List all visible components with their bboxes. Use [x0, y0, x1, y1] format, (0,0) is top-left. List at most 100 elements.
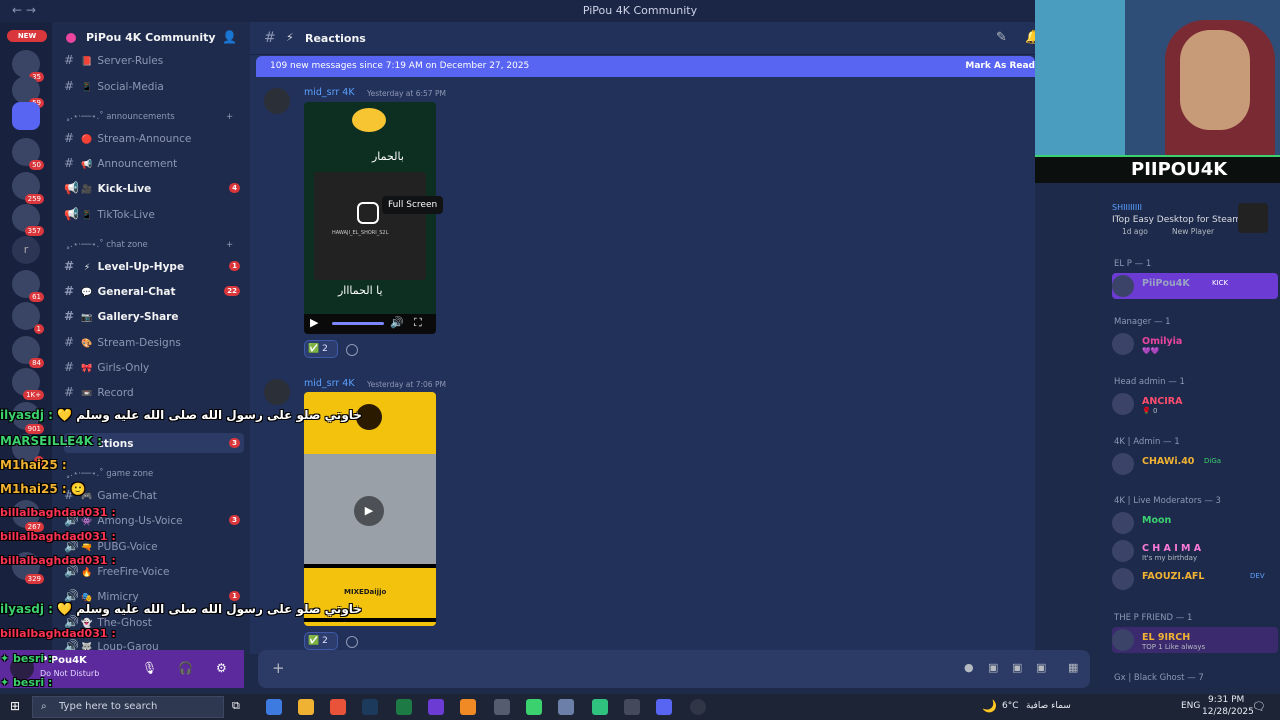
emoji-icon[interactable]: ▣	[1036, 661, 1046, 674]
channel-social-media[interactable]: # 📱 Social-Media	[64, 76, 244, 96]
server-icon[interactable]: 35	[12, 50, 44, 82]
volume-icon[interactable]: 🔊	[390, 316, 404, 329]
folder-icon[interactable]	[298, 699, 314, 715]
taskbar-app-icon[interactable]	[396, 699, 412, 715]
play-icon[interactable]: ▶	[310, 316, 318, 329]
overlay-chat-line: billalbaghdad031 :	[0, 506, 116, 519]
member-item[interactable]: FAOUZI.AFL DEV	[1112, 566, 1278, 592]
server-icon[interactable]: 50	[12, 138, 44, 170]
server-icon[interactable]: 1	[12, 302, 44, 334]
taskbar-app-icon[interactable]	[558, 699, 574, 715]
clock-time[interactable]: 9:31 PM	[1208, 695, 1244, 705]
avatar	[1112, 540, 1134, 562]
gear-icon[interactable]: ⚙	[216, 661, 227, 675]
overlay-chat-line: billalbaghdad031 :	[0, 627, 116, 640]
server-icon[interactable]: 59	[12, 76, 44, 108]
new-badge: NEW	[7, 30, 47, 42]
channel-header: # ⚡ Reactions ✎ 🔔	[250, 22, 1041, 55]
mark-as-read-button[interactable]: Mark As Read	[965, 56, 1035, 77]
search-icon: ⌕	[41, 701, 47, 712]
chat-area: # ⚡ Reactions ✎ 🔔 109 new messages since…	[250, 22, 1090, 688]
headphones-icon[interactable]: 🎧	[178, 661, 193, 675]
folder-icon[interactable]	[12, 102, 40, 130]
member-item[interactable]: C H A I M A It's my birthday	[1112, 538, 1278, 564]
apps-icon[interactable]: ▦	[1068, 661, 1078, 674]
kick-icon[interactable]	[526, 699, 542, 715]
taskbar-app-icon[interactable]	[428, 699, 444, 715]
browser-icon[interactable]	[330, 699, 346, 715]
channel-general-chat[interactable]: # 💬 General-Chat 22	[64, 281, 244, 301]
member-item[interactable]: CHAWi.40 DiGa	[1112, 451, 1278, 477]
category-game-zone[interactable]: ˳.⋆·──⋆.˚ game zone	[66, 469, 153, 479]
obs-icon[interactable]	[690, 699, 706, 715]
discord-icon[interactable]	[656, 699, 672, 715]
channel-level-up-hype[interactable]: # ⚡ Level-Up-Hype 1	[64, 256, 244, 276]
add-reaction-icon[interactable]	[346, 344, 358, 356]
taskbar-app-icon[interactable]	[592, 699, 608, 715]
overlay-chat-line: billalbaghdad031 :	[0, 530, 116, 543]
streamer	[1180, 30, 1250, 130]
add-member-icon[interactable]: 👤	[222, 30, 237, 44]
avatar[interactable]	[264, 88, 290, 114]
server-icon[interactable]: 84	[12, 336, 44, 368]
task-view-icon[interactable]: ⧉	[232, 699, 240, 713]
gif-icon[interactable]: ▣	[988, 661, 998, 674]
member-item[interactable]: Moon	[1112, 510, 1278, 536]
reaction-chip[interactable]: ✅ 2	[304, 340, 338, 358]
avatar	[1112, 629, 1134, 651]
seek-bar[interactable]	[332, 322, 384, 325]
gear-icon[interactable]	[494, 699, 510, 715]
channel-game-chat[interactable]: # 🎮 Game-Chat	[64, 485, 244, 505]
member-item[interactable]: EL 9IRCH TOP 1 Like always	[1112, 627, 1278, 653]
instagram-icon[interactable]	[357, 202, 379, 224]
gift-icon[interactable]: ●	[964, 661, 974, 674]
server-icon[interactable]: 61	[12, 270, 44, 302]
channel-stream-announce[interactable]: # 🔴 Stream-Announce	[64, 128, 244, 148]
guild-icon	[66, 33, 76, 43]
steam-icon[interactable]	[362, 699, 378, 715]
overlay-chat-line: M1hai25 :	[0, 458, 67, 472]
server-icon[interactable]: 1K+	[12, 368, 44, 400]
taskbar-search[interactable]: ⌕ Type here to search	[32, 696, 224, 718]
sticker-icon[interactable]: ▣	[1012, 661, 1022, 674]
windows-start-icon[interactable]: ⊞	[10, 699, 20, 713]
server-icon[interactable]: 357	[12, 204, 44, 236]
member-item[interactable]: Omilyia 💜💜	[1112, 331, 1278, 357]
channel-gallery-share[interactable]: # 📷 Gallery-Share	[64, 306, 244, 326]
channel-server-rules[interactable]: # 📕 Server-Rules	[64, 50, 244, 70]
fullscreen-icon[interactable]: ⛶	[414, 316, 422, 330]
message-author[interactable]: mid_srr 4K	[304, 378, 355, 389]
channel-stream-designs[interactable]: # 🎨 Stream-Designs	[64, 332, 244, 352]
threads-icon[interactable]: ✎	[996, 30, 1007, 45]
add-reaction-icon[interactable]	[346, 636, 358, 648]
channel-name: Reactions	[305, 32, 366, 45]
message-composer[interactable]: + ● ▣ ▣ ▣ ▦	[258, 650, 1090, 688]
server-icon[interactable]: r	[12, 236, 40, 264]
member-item[interactable]: ANCIRA 🌹 0	[1112, 391, 1278, 417]
taskbar: ⊞ ⌕ Type here to search ⧉ 🌙 6°C سماء صاف…	[0, 694, 1280, 720]
avatar	[1112, 568, 1134, 590]
channel-tiktok-live[interactable]: 📢 📱 TikTok-Live	[64, 204, 244, 224]
message-author[interactable]: mid_srr 4K	[304, 87, 355, 98]
microphone-icon[interactable]: 🎙	[142, 661, 157, 675]
channel-record[interactable]: # 📼 Record	[64, 382, 244, 402]
server-icon[interactable]: 259	[12, 172, 44, 204]
channel-kick-live[interactable]: 📢 🎥 Kick-Live 4	[64, 178, 244, 198]
taskbar-app-icon[interactable]	[624, 699, 640, 715]
guild-name[interactable]: PiPou 4K Community	[86, 31, 216, 44]
notification-icon[interactable]: 🗨	[1252, 700, 1266, 713]
clock-date[interactable]: 12/28/2025	[1202, 707, 1254, 717]
add-attachment-icon[interactable]: +	[272, 659, 285, 677]
new-messages-banner[interactable]: 109 new messages since 7:19 AM on Decemb…	[256, 56, 1035, 77]
reaction-chip[interactable]: ✅ 2	[304, 632, 338, 650]
video-attachment[interactable]: ▶ MIXEDaijjo	[304, 392, 436, 626]
category-chat-zone[interactable]: ˳.⋆·──⋆.˚ chat zone +	[66, 240, 233, 250]
taskbar-app-icon[interactable]	[266, 699, 282, 715]
category-announcements[interactable]: ˳.⋆·──⋆.˚ announcements +	[66, 112, 233, 122]
channel-announcement[interactable]: # 📢 Announcement	[64, 153, 244, 173]
member-item[interactable]: PiiPou4K KICK	[1112, 273, 1278, 299]
taskbar-app-icon[interactable]	[460, 699, 476, 715]
channel-girls-only[interactable]: # 🎀 Girls-Only	[64, 357, 244, 377]
avatar[interactable]	[264, 379, 290, 405]
play-icon[interactable]: ▶	[354, 496, 384, 526]
